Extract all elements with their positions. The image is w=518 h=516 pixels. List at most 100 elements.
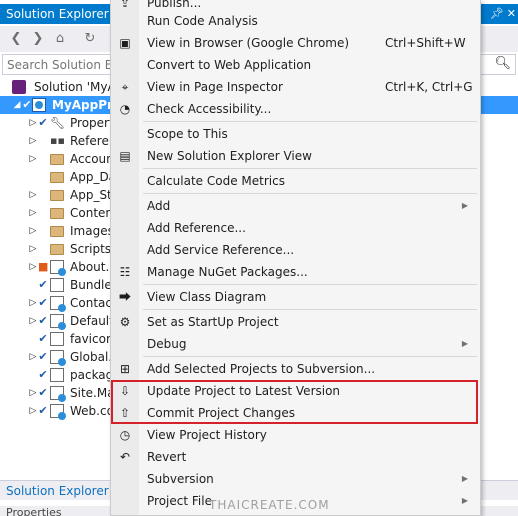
menu-item-run-code-analysis[interactable]: Run Code Analysis <box>111 10 480 32</box>
tree-label: Web.co <box>70 404 114 418</box>
expand-icon[interactable]: ▷ <box>28 402 38 420</box>
menu-item-convert-web-app[interactable]: Convert to Web Application <box>111 54 480 76</box>
expand-icon[interactable]: ▷ <box>28 258 38 276</box>
pending-change-icon: ■ <box>38 260 49 273</box>
expand-icon[interactable]: ▷ <box>28 132 38 150</box>
project-context-menu: ⇪ Publish... Run Code Analysis ▣ View in… <box>110 0 481 516</box>
web-form-icon <box>50 260 66 276</box>
tree-label: Images <box>70 224 114 238</box>
menu-separator <box>143 168 477 169</box>
menu-item-add[interactable]: Add ▶ <box>111 195 480 217</box>
forward-icon[interactable]: ❯ <box>30 31 46 47</box>
gear-icon: ⚙ <box>119 315 131 329</box>
panel-title: Solution Explorer <box>6 7 109 21</box>
master-page-icon <box>50 386 66 402</box>
menu-item-scope-to-this[interactable]: Scope to This <box>111 123 480 145</box>
global-asax-icon <box>50 350 66 366</box>
folder-icon <box>50 154 64 165</box>
config-file-icon <box>50 278 64 292</box>
menu-item-view-in-browser[interactable]: ▣ View in Browser (Google Chrome) Ctrl+S… <box>111 32 480 54</box>
expand-icon[interactable]: ▷ <box>28 294 38 312</box>
menu-separator <box>143 193 477 194</box>
web-form-icon <box>50 296 66 312</box>
tree-label: Accoun <box>70 152 114 166</box>
search-icon[interactable]: 🔍︎ <box>494 56 511 71</box>
accessibility-icon: ◔ <box>119 102 131 116</box>
checkmark-icon: ✔ <box>38 368 48 381</box>
menu-item-add-reference[interactable]: Add Reference... <box>111 217 480 239</box>
folder-icon <box>50 226 64 237</box>
web-form-icon <box>50 314 66 330</box>
config-file-icon <box>50 368 64 382</box>
menu-item-manage-nuget[interactable]: ☷ Manage NuGet Packages... <box>111 261 480 283</box>
back-icon[interactable]: ❮ <box>8 31 24 47</box>
checkmark-icon: ✔ <box>38 314 48 327</box>
expand-icon[interactable]: ▷ <box>28 240 38 258</box>
submenu-arrow-icon: ▶ <box>461 496 468 505</box>
menu-item-add-service-reference[interactable]: Add Service Reference... <box>111 239 480 261</box>
expand-icon[interactable]: ▷ <box>28 384 38 402</box>
checkmark-icon: ✔ <box>38 332 48 345</box>
checkmark-icon: ✔ <box>38 278 48 291</box>
search-input[interactable] <box>7 57 115 73</box>
page-inspector-icon: ⌖ <box>121 80 129 94</box>
tree-label: Propert <box>70 116 114 130</box>
menu-item-code-metrics[interactable]: Calculate Code Metrics <box>111 170 480 192</box>
solution-icon <box>12 80 26 94</box>
expand-icon[interactable]: ▷ <box>28 348 38 366</box>
sync-icon[interactable]: ↻ <box>82 31 98 47</box>
history-icon: ◷ <box>119 428 131 442</box>
tree-label: Default <box>70 314 114 328</box>
shortcut-text: Ctrl+K, Ctrl+G <box>385 80 473 94</box>
class-diagram-icon: ⮕ <box>118 290 131 304</box>
menu-item-set-startup[interactable]: ⚙ Set as StartUp Project <box>111 311 480 333</box>
submenu-arrow-icon: ▶ <box>461 201 468 210</box>
shortcut-text: Ctrl+Shift+W <box>385 36 466 50</box>
tab-solution-explorer[interactable]: Solution Explorer <box>2 483 113 499</box>
menu-item-revert[interactable]: ↶ Revert <box>111 446 480 468</box>
menu-item-subversion[interactable]: Subversion ▶ <box>111 468 480 490</box>
web-project-icon <box>32 98 46 112</box>
menu-separator <box>143 356 477 357</box>
menu-item-add-to-subversion[interactable]: ⊞ Add Selected Projects to Subversion... <box>111 358 480 380</box>
menu-item-view-history[interactable]: ◷ View Project History <box>111 424 480 446</box>
tree-label: Scripts <box>70 242 112 256</box>
close-icon[interactable]: ✕ <box>507 4 516 24</box>
collapse-icon[interactable]: ◢ <box>12 96 22 114</box>
menu-separator <box>143 121 477 122</box>
menu-separator <box>143 309 477 310</box>
publish-icon: ⇪ <box>119 0 131 10</box>
menu-item-debug[interactable]: Debug ▶ <box>111 333 480 355</box>
tree-label: packag <box>70 368 114 382</box>
references-icon: ▪▪ <box>50 134 65 147</box>
menu-item-page-inspector[interactable]: ⌖ View in Page Inspector Ctrl+K, Ctrl+G <box>111 76 480 98</box>
tree-label: Conten <box>70 206 114 220</box>
expand-icon[interactable]: ▷ <box>28 186 38 204</box>
menu-item-view-class-diagram[interactable]: ⮕ View Class Diagram <box>111 286 480 308</box>
folder-icon <box>50 190 64 201</box>
revert-icon: ↶ <box>119 450 131 464</box>
web-config-icon <box>50 404 66 420</box>
menu-item-new-se-view[interactable]: ▤ New Solution Explorer View <box>111 145 480 167</box>
highlight-box <box>111 380 478 424</box>
tree-label: Bundle. <box>70 278 116 292</box>
expand-icon[interactable]: ▷ <box>28 114 38 132</box>
home-icon[interactable]: ⌂ <box>52 31 68 47</box>
menu-item-check-accessibility[interactable]: ◔ Check Accessibility... <box>111 98 480 120</box>
submenu-arrow-icon: ▶ <box>461 474 468 483</box>
menu-separator <box>143 284 477 285</box>
folder-icon <box>50 208 64 219</box>
tree-label: Solution 'MyA <box>34 80 116 94</box>
watermark: THAICREATE.COM <box>209 498 330 512</box>
expand-icon[interactable]: ▷ <box>28 222 38 240</box>
expand-icon[interactable]: ▷ <box>28 204 38 222</box>
checkmark-icon: ✔ <box>38 404 48 417</box>
tree-label: Site.Ma <box>70 386 115 400</box>
browser-icon: ▣ <box>119 36 131 50</box>
submenu-arrow-icon: ▶ <box>461 339 468 348</box>
wrench-icon: 🔧︎ <box>50 116 66 130</box>
pin-icon[interactable]: 📌︎ <box>490 4 504 24</box>
expand-icon[interactable]: ▷ <box>28 312 38 330</box>
expand-icon[interactable]: ▷ <box>28 150 38 168</box>
image-file-icon <box>50 332 64 346</box>
